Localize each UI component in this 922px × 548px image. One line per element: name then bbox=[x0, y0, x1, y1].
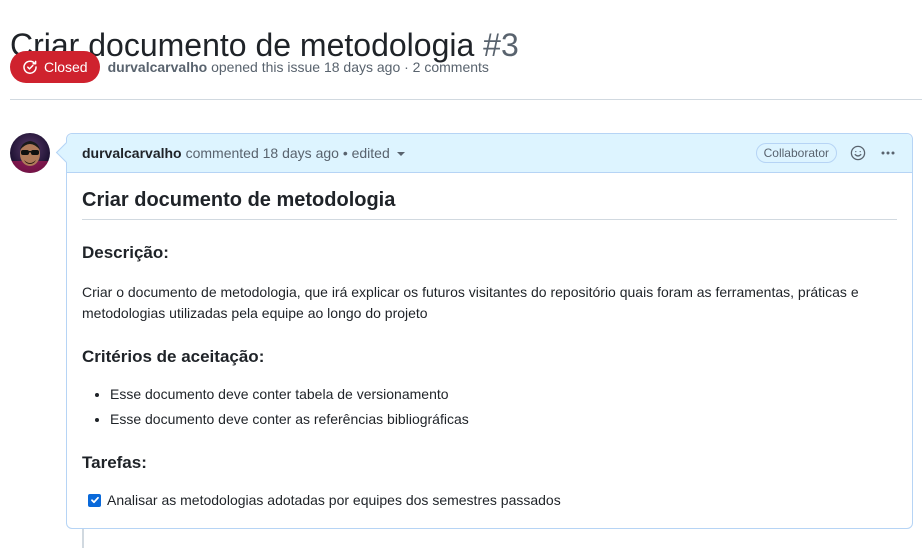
issue-opened-text: opened this issue 18 days ago · 2 commen… bbox=[211, 59, 489, 75]
comment-actions: Collaborator bbox=[755, 143, 897, 163]
issue-meta-text: durvalcarvalho opened this issue 18 days… bbox=[108, 59, 489, 75]
comment-box: durvalcarvalho commented 18 days ago • e… bbox=[66, 133, 913, 529]
section-descricao-title: Descrição: bbox=[82, 243, 169, 262]
comment-meta: commented 18 days ago • edited bbox=[185, 145, 390, 161]
timeline-line bbox=[82, 528, 84, 548]
issue-meta: Closed durvalcarvalho opened this issue … bbox=[10, 51, 489, 83]
comment-header: durvalcarvalho commented 18 days ago • e… bbox=[67, 134, 912, 173]
criterios-list: Esse documento deve conter tabela de ver… bbox=[82, 384, 897, 430]
comment-heading: Criar documento de metodologia bbox=[82, 188, 897, 220]
kebab-horizontal-icon[interactable] bbox=[879, 144, 897, 162]
section-criterios-title: Critérios de aceitação: bbox=[82, 347, 265, 366]
section-descricao-text: Criar o documento de metodologia, que ir… bbox=[82, 284, 859, 321]
header-divider bbox=[10, 99, 922, 100]
task-list-item: Analisar as metodologias adotadas por eq… bbox=[88, 492, 897, 508]
section-tarefas-title: Tarefas: bbox=[82, 453, 147, 472]
collaborator-badge: Collaborator bbox=[755, 143, 837, 163]
list-item: Esse documento deve conter as referência… bbox=[110, 409, 897, 430]
list-item: Esse documento deve conter tabela de ver… bbox=[110, 384, 897, 405]
state-label: Closed bbox=[44, 59, 88, 75]
issue-author-link[interactable]: durvalcarvalho bbox=[108, 59, 208, 75]
smiley-icon[interactable] bbox=[849, 144, 867, 162]
triangle-down-icon[interactable] bbox=[396, 152, 405, 156]
task-label: Analisar as metodologias adotadas por eq… bbox=[107, 492, 561, 508]
comment-author-link[interactable]: durvalcarvalho bbox=[82, 145, 182, 161]
avatar[interactable] bbox=[10, 133, 50, 173]
comment-body: Criar documento de metodologia Descrição… bbox=[67, 173, 912, 508]
state-badge: Closed bbox=[10, 51, 100, 83]
issue-closed-icon bbox=[22, 59, 38, 75]
task-checkbox[interactable] bbox=[88, 493, 101, 507]
